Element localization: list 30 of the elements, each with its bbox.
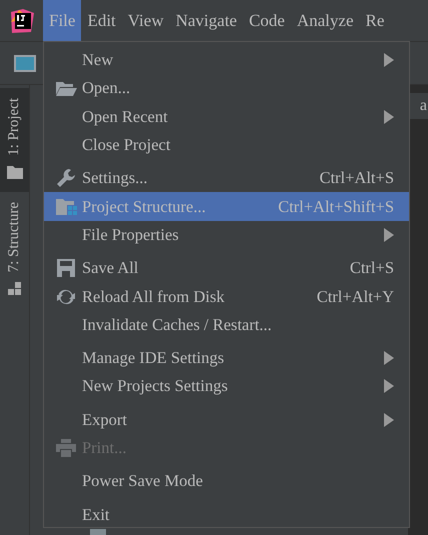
menu-item[interactable]: Edit bbox=[81, 0, 122, 41]
wrench-icon bbox=[56, 168, 76, 188]
reload-icon bbox=[57, 288, 75, 306]
app-logo-icon[interactable] bbox=[8, 8, 34, 34]
menu-item[interactable]: View bbox=[122, 0, 170, 41]
menu-item[interactable]: Re bbox=[360, 0, 390, 41]
menu-item[interactable]: Settings... Ctrl+Alt+S bbox=[44, 164, 409, 192]
menu-item[interactable]: New Projects Settings bbox=[44, 372, 409, 401]
tool-window-tab[interactable]: 1: Project bbox=[0, 88, 29, 192]
menu-item[interactable]: Invalidate Caches / Restart... bbox=[44, 310, 409, 339]
menu-item[interactable]: Exit bbox=[44, 500, 409, 529]
menu-item[interactable]: Open... bbox=[44, 74, 409, 103]
menu-item[interactable]: Power Save Mode bbox=[44, 467, 409, 496]
folder-grid-icon bbox=[55, 198, 77, 216]
menu-item[interactable]: Save All Ctrl+S bbox=[44, 254, 409, 282]
structure-icon bbox=[8, 282, 22, 296]
tool-window-tab[interactable]: 7: Structure bbox=[0, 192, 29, 310]
menu-item[interactable]: Manage IDE Settings bbox=[44, 344, 409, 372]
window-icon[interactable] bbox=[14, 54, 36, 72]
menu-item[interactable]: File Properties bbox=[44, 220, 409, 250]
menu-item[interactable]: New bbox=[44, 46, 409, 74]
menu-item[interactable]: Analyze bbox=[290, 0, 360, 41]
menu-item[interactable]: Export bbox=[44, 406, 409, 434]
menu-item[interactable]: Close Project bbox=[44, 130, 409, 160]
menu-item[interactable]: Code bbox=[242, 0, 291, 41]
menu-item[interactable]: Open Recent bbox=[44, 102, 409, 131]
editor-tab[interactable]: a bbox=[408, 93, 428, 119]
printer-icon bbox=[56, 439, 76, 457]
menu-item[interactable]: Navigate bbox=[170, 0, 243, 41]
menu-item[interactable]: Reload All from Disk Ctrl+Alt+Y bbox=[44, 282, 409, 311]
